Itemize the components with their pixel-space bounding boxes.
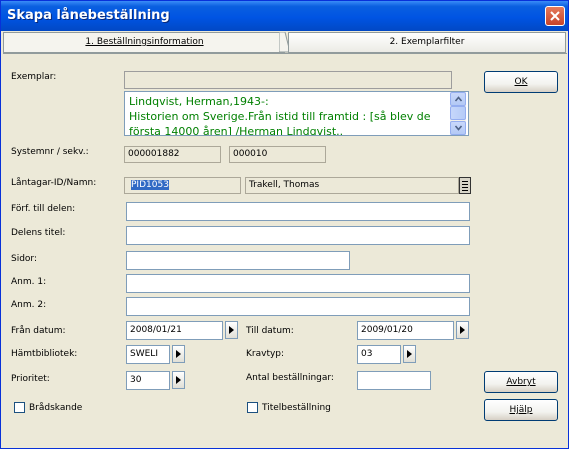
list-icon [462,181,468,182]
titelbestallning-checkbox[interactable] [247,402,258,413]
scroll-thumb[interactable] [450,106,466,120]
chevron-up-icon [455,96,462,102]
forf-label: Förf. till delen: [11,204,76,214]
prioritet-picker-button[interactable] [172,371,185,389]
systemnr-label: Systemnr / sekv.: [11,147,89,157]
fran-datum-picker-button[interactable] [225,321,238,339]
hjalp-button[interactable]: Hjälp [484,399,558,421]
sekv-field: 000010 [229,146,326,163]
forf-input[interactable] [126,202,470,221]
kravtyp-label: Kravtyp: [246,349,285,359]
lookup-button[interactable] [459,177,471,194]
bradskande-label: Brådskande [29,403,83,413]
panel-divider [3,53,567,54]
list-icon [462,190,468,191]
till-datum-label: Till datum: [246,326,294,336]
exemplar-line: Lindqvist, Herman,1943-: [129,95,269,108]
list-icon [462,184,468,185]
scroll-up-button[interactable] [450,92,466,106]
close-icon [550,11,560,21]
ok-button[interactable]: OK [484,71,558,93]
prioritet-input[interactable]: 30 [126,371,170,390]
avbryt-button-label: Avbryt [506,377,536,387]
tab-strip: 1. Beställningsinformation 2. Exemplarfi… [3,32,567,54]
anm2-input[interactable] [126,297,470,316]
sidor-input[interactable] [126,251,350,270]
avbryt-button[interactable]: Avbryt [484,371,558,393]
lantagare-id-value: PID1053 [131,180,169,190]
hamtbibliotek-picker-button[interactable] [172,345,185,363]
dialog-window: Skapa lånebeställning 1. Beställningsinf… [0,0,569,449]
scroll-down-button[interactable] [450,121,466,135]
sidor-label: Sidor: [11,254,38,264]
delens-titel-input[interactable] [126,226,470,245]
till-datum-input[interactable]: 2009/01/20 [357,321,454,340]
lantagare-label: Låntagar-ID/Namn: [11,178,97,188]
fran-datum-label: Från datum: [11,326,66,336]
exemplar-label: Exemplar: [11,72,57,82]
title-bar[interactable]: Skapa lånebeställning [1,1,568,31]
titelbestallning-label: Titelbeställning [262,403,331,413]
exemplar-top-field [124,71,452,89]
kravtyp-input[interactable]: 03 [357,345,401,364]
close-button[interactable] [545,6,565,26]
exemplar-line: första 14000 åren] /Herman Lindqvist.. [129,125,344,136]
hjalp-button-label: Hjälp [509,405,533,415]
hamtbibliotek-input[interactable]: SWELI [126,345,170,364]
exemplar-textarea[interactable]: Lindqvist, Herman,1943-: Historien om Sv… [124,91,469,136]
chevron-down-icon [455,125,462,131]
till-datum-picker-button[interactable] [456,321,469,339]
delens-titel-label: Delens titel: [11,228,66,238]
window-title: Skapa lånebeställning [7,8,170,23]
tab-label: 2. Exemplarfilter [389,37,465,47]
anm1-label: Anm. 1: [11,277,47,287]
hamtbibliotek-label: Hämtbibliotek: [11,349,78,359]
list-icon [462,187,468,188]
prioritet-label: Prioritet: [11,374,50,384]
lantagare-id-field[interactable]: PID1053 [124,177,241,194]
lantagare-namn-field: Trakell, Thomas [245,177,459,194]
systemnr-field: 000001882 [124,146,221,163]
anm1-input[interactable] [126,274,470,293]
antal-label: Antal beställningar: [246,373,334,383]
kravtyp-picker-button[interactable] [403,345,416,363]
tab-bestallningsinformation[interactable]: 1. Beställningsinformation [3,32,285,53]
antal-input[interactable] [357,371,431,390]
tab-exemplarfilter[interactable]: 2. Exemplarfilter [288,32,566,53]
tab-label: 1. Beställningsinformation [85,37,204,47]
fran-datum-input[interactable]: 2008/01/21 [126,321,223,340]
anm2-label: Anm. 2: [11,300,47,310]
exemplar-scrollbar[interactable] [450,92,466,135]
ok-button-label: OK [514,77,528,87]
bradskande-checkbox[interactable] [14,402,25,413]
exemplar-line: Historien om Sverige.Från istid till fra… [129,110,431,123]
